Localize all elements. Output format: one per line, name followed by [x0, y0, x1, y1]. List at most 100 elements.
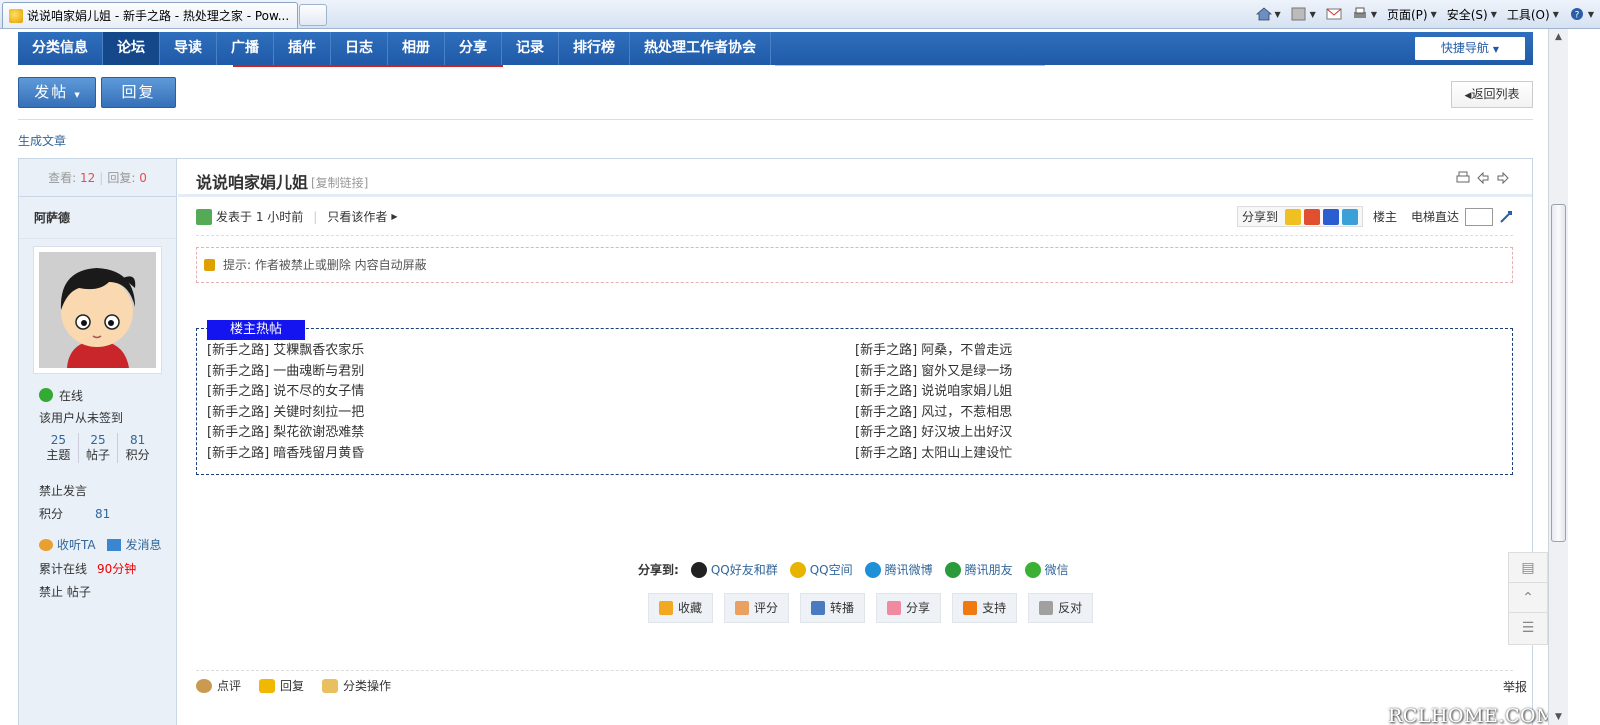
hot-post-link[interactable]: [新手之路] 阿桑，不曾走远	[855, 341, 1012, 362]
browser-tab[interactable]: 说说咱家娟儿姐 - 新手之路 - 热处理之家 - Pow...	[2, 2, 298, 28]
nav-item[interactable]: 分类信息	[18, 32, 103, 65]
share-option[interactable]: QQ好友和群	[690, 561, 778, 578]
go-icon[interactable]	[1499, 210, 1513, 224]
footer-reply-button[interactable]: 回复	[259, 677, 304, 694]
nav-item[interactable]: 导读	[160, 32, 217, 65]
page-content: 分类信息 论坛 导读 广播 插件 日志 相册 分享 记录 排行榜 热处理工作者协会 快捷导航 ▼ 发帖…	[0, 29, 1548, 725]
post-action-button[interactable]: 反对	[1028, 593, 1094, 623]
quick-nav-button[interactable]: 快捷导航 ▼	[1415, 37, 1525, 60]
hot-post-link[interactable]: [新手之路] 好汉坡上出好汉	[855, 423, 1012, 444]
weibo-icon[interactable]	[1303, 208, 1320, 225]
baidu-icon[interactable]	[1322, 208, 1339, 225]
new-post-button[interactable]: 发帖 ▼	[18, 77, 96, 108]
quick-reply-icon[interactable]: ▤	[1509, 553, 1547, 583]
tools-menu[interactable]: 工具(O) ▼	[1507, 6, 1559, 23]
home-button[interactable]: ▼	[1255, 7, 1281, 21]
ban-posts-link[interactable]: 禁止 帖子	[39, 583, 91, 600]
safety-menu[interactable]: 安全(S) ▼	[1447, 6, 1497, 23]
hot-post-link[interactable]: [新手之路] 关键时刻拉一把	[207, 403, 364, 424]
category-ops-button[interactable]: 分类操作	[322, 677, 391, 694]
post-action-button[interactable]: 转播	[800, 593, 866, 623]
hot-post-link[interactable]: [新手之路] 一曲魂断与君别	[207, 362, 364, 383]
back-to-list-button[interactable]: ◀返回列表	[1451, 81, 1533, 108]
tencent-weibo-icon[interactable]	[1341, 208, 1358, 225]
topics-count[interactable]: 25 主题	[39, 433, 79, 463]
views-count: 12	[80, 171, 96, 185]
share-option[interactable]: 腾讯朋友	[944, 561, 1013, 578]
hot-post-link[interactable]: [新手之路] 太阳山上建设忙	[855, 444, 1012, 465]
nav-item[interactable]: 论坛	[103, 32, 160, 65]
posts-count[interactable]: 25 帖子	[79, 433, 119, 463]
hot-post-link[interactable]: [新手之路] 暗香残留月黄昏	[207, 444, 364, 465]
floor-jump-input[interactable]	[1465, 207, 1493, 226]
share-option[interactable]: QQ空间	[789, 561, 853, 578]
follow-link[interactable]: 收听TA	[39, 538, 96, 552]
post-action-button[interactable]: 支持	[952, 593, 1018, 623]
nav-item[interactable]: 排行榜	[559, 32, 630, 65]
print-icon[interactable]	[1456, 171, 1470, 185]
nav-item[interactable]: 广播	[217, 32, 274, 65]
posted-icon	[196, 208, 212, 225]
rss-button[interactable]: ▼	[1291, 7, 1316, 21]
author-sidebar: 查看: 12 | 回复: 0 阿萨德 在线 该用户从未签到 25 主题 25 帖…	[19, 159, 177, 725]
nav-item[interactable]: 相册	[388, 32, 445, 65]
thread-stats: 查看: 12 | 回复: 0	[19, 159, 176, 197]
print-button[interactable]: ▼	[1352, 7, 1377, 21]
qzone-icon[interactable]	[1284, 208, 1301, 225]
help-button[interactable]: ? ▼	[1569, 7, 1594, 21]
rate-icon	[735, 601, 750, 615]
mail-button[interactable]	[1326, 7, 1342, 21]
share-option[interactable]: 微信	[1024, 561, 1069, 578]
scroll-up-icon[interactable]: ▲	[1552, 32, 1565, 42]
hot-post-link[interactable]: [新手之路] 说不尽的女子情	[207, 382, 364, 403]
reply-button[interactable]: 回复	[101, 77, 176, 108]
page-menu[interactable]: 页面(P) ▼	[1387, 6, 1437, 23]
send-message-link[interactable]: 发消息	[107, 538, 161, 552]
message-icon	[107, 539, 122, 551]
only-author-link[interactable]: 只看该作者	[327, 208, 387, 225]
hot-post-link[interactable]: [新手之路] 窗外又是绿一场	[855, 362, 1012, 383]
generate-article-link[interactable]: 生成文章	[18, 132, 66, 149]
hot-post-link[interactable]: [新手之路] 梨花欲谢恐难禁	[207, 423, 364, 444]
author-actions: 收听TA 发消息	[39, 536, 161, 553]
list-icon[interactable]: ☰	[1509, 613, 1547, 643]
avatar[interactable]	[33, 246, 162, 374]
nav-item[interactable]: 热处理工作者协会	[630, 32, 771, 65]
nav-item[interactable]: 分享	[445, 32, 502, 65]
post-title: 说说咱家娟儿姐	[196, 173, 309, 192]
next-thread-icon[interactable]	[1496, 171, 1510, 185]
new-tab-button[interactable]	[299, 4, 327, 26]
command-bar: ▼ ▼ ▼ 页面(P) ▼ 安全(S) ▼ 工具(O) ▼ ? ▼	[1255, 4, 1594, 24]
share-to-box: 分享到	[1236, 206, 1363, 227]
tencent-weibo-icon	[864, 561, 881, 578]
hot-post-link[interactable]: [新手之路] 说说咱家娟儿姐	[855, 382, 1012, 403]
post-action-button[interactable]: 评分	[724, 593, 790, 623]
post-action-button[interactable]: 分享	[876, 593, 942, 623]
back-to-top-icon[interactable]: ⌃	[1509, 583, 1547, 613]
hot-post-link[interactable]: [新手之路] 艾粿飘香农家乐	[207, 341, 364, 362]
post-action-button[interactable]: 收藏	[648, 593, 714, 623]
hot-post-link[interactable]: [新手之路] 风过，不惹相思	[855, 403, 1012, 424]
nav-item[interactable]: 记录	[502, 32, 559, 65]
prev-thread-icon[interactable]	[1476, 171, 1490, 185]
nav-item[interactable]: 插件	[274, 32, 331, 65]
report-link[interactable]: 举报	[1503, 678, 1527, 695]
online-status: 在线	[39, 387, 83, 404]
scroll-thumb[interactable]	[1551, 204, 1566, 542]
avatar-image	[39, 252, 156, 368]
scroll-down-icon[interactable]: ▼	[1552, 712, 1565, 722]
comment-button[interactable]: 点评	[196, 677, 241, 694]
nav-item[interactable]: 日志	[331, 32, 388, 65]
user-group: 禁止发言	[39, 484, 88, 498]
share-option[interactable]: 腾讯微博	[864, 561, 933, 578]
credits-count[interactable]: 81 积分	[118, 433, 157, 463]
copy-link[interactable]: [复制链接]	[311, 174, 368, 191]
author-name[interactable]: 阿萨德	[19, 197, 176, 239]
replies-count: 0	[139, 171, 147, 185]
post-title-bar: 说说咱家娟儿姐 [复制链接]	[178, 159, 1532, 197]
points-row: 积分 81	[39, 507, 111, 521]
share-row: 分享到: QQ好友和群 QQ空间 腾讯微博 腾讯朋友 微信	[638, 561, 1069, 578]
banner-divider	[233, 65, 503, 67]
vertical-scrollbar[interactable]: ▲ ▼	[1548, 29, 1568, 725]
post-time: 发表于 1 小时前	[216, 210, 304, 224]
